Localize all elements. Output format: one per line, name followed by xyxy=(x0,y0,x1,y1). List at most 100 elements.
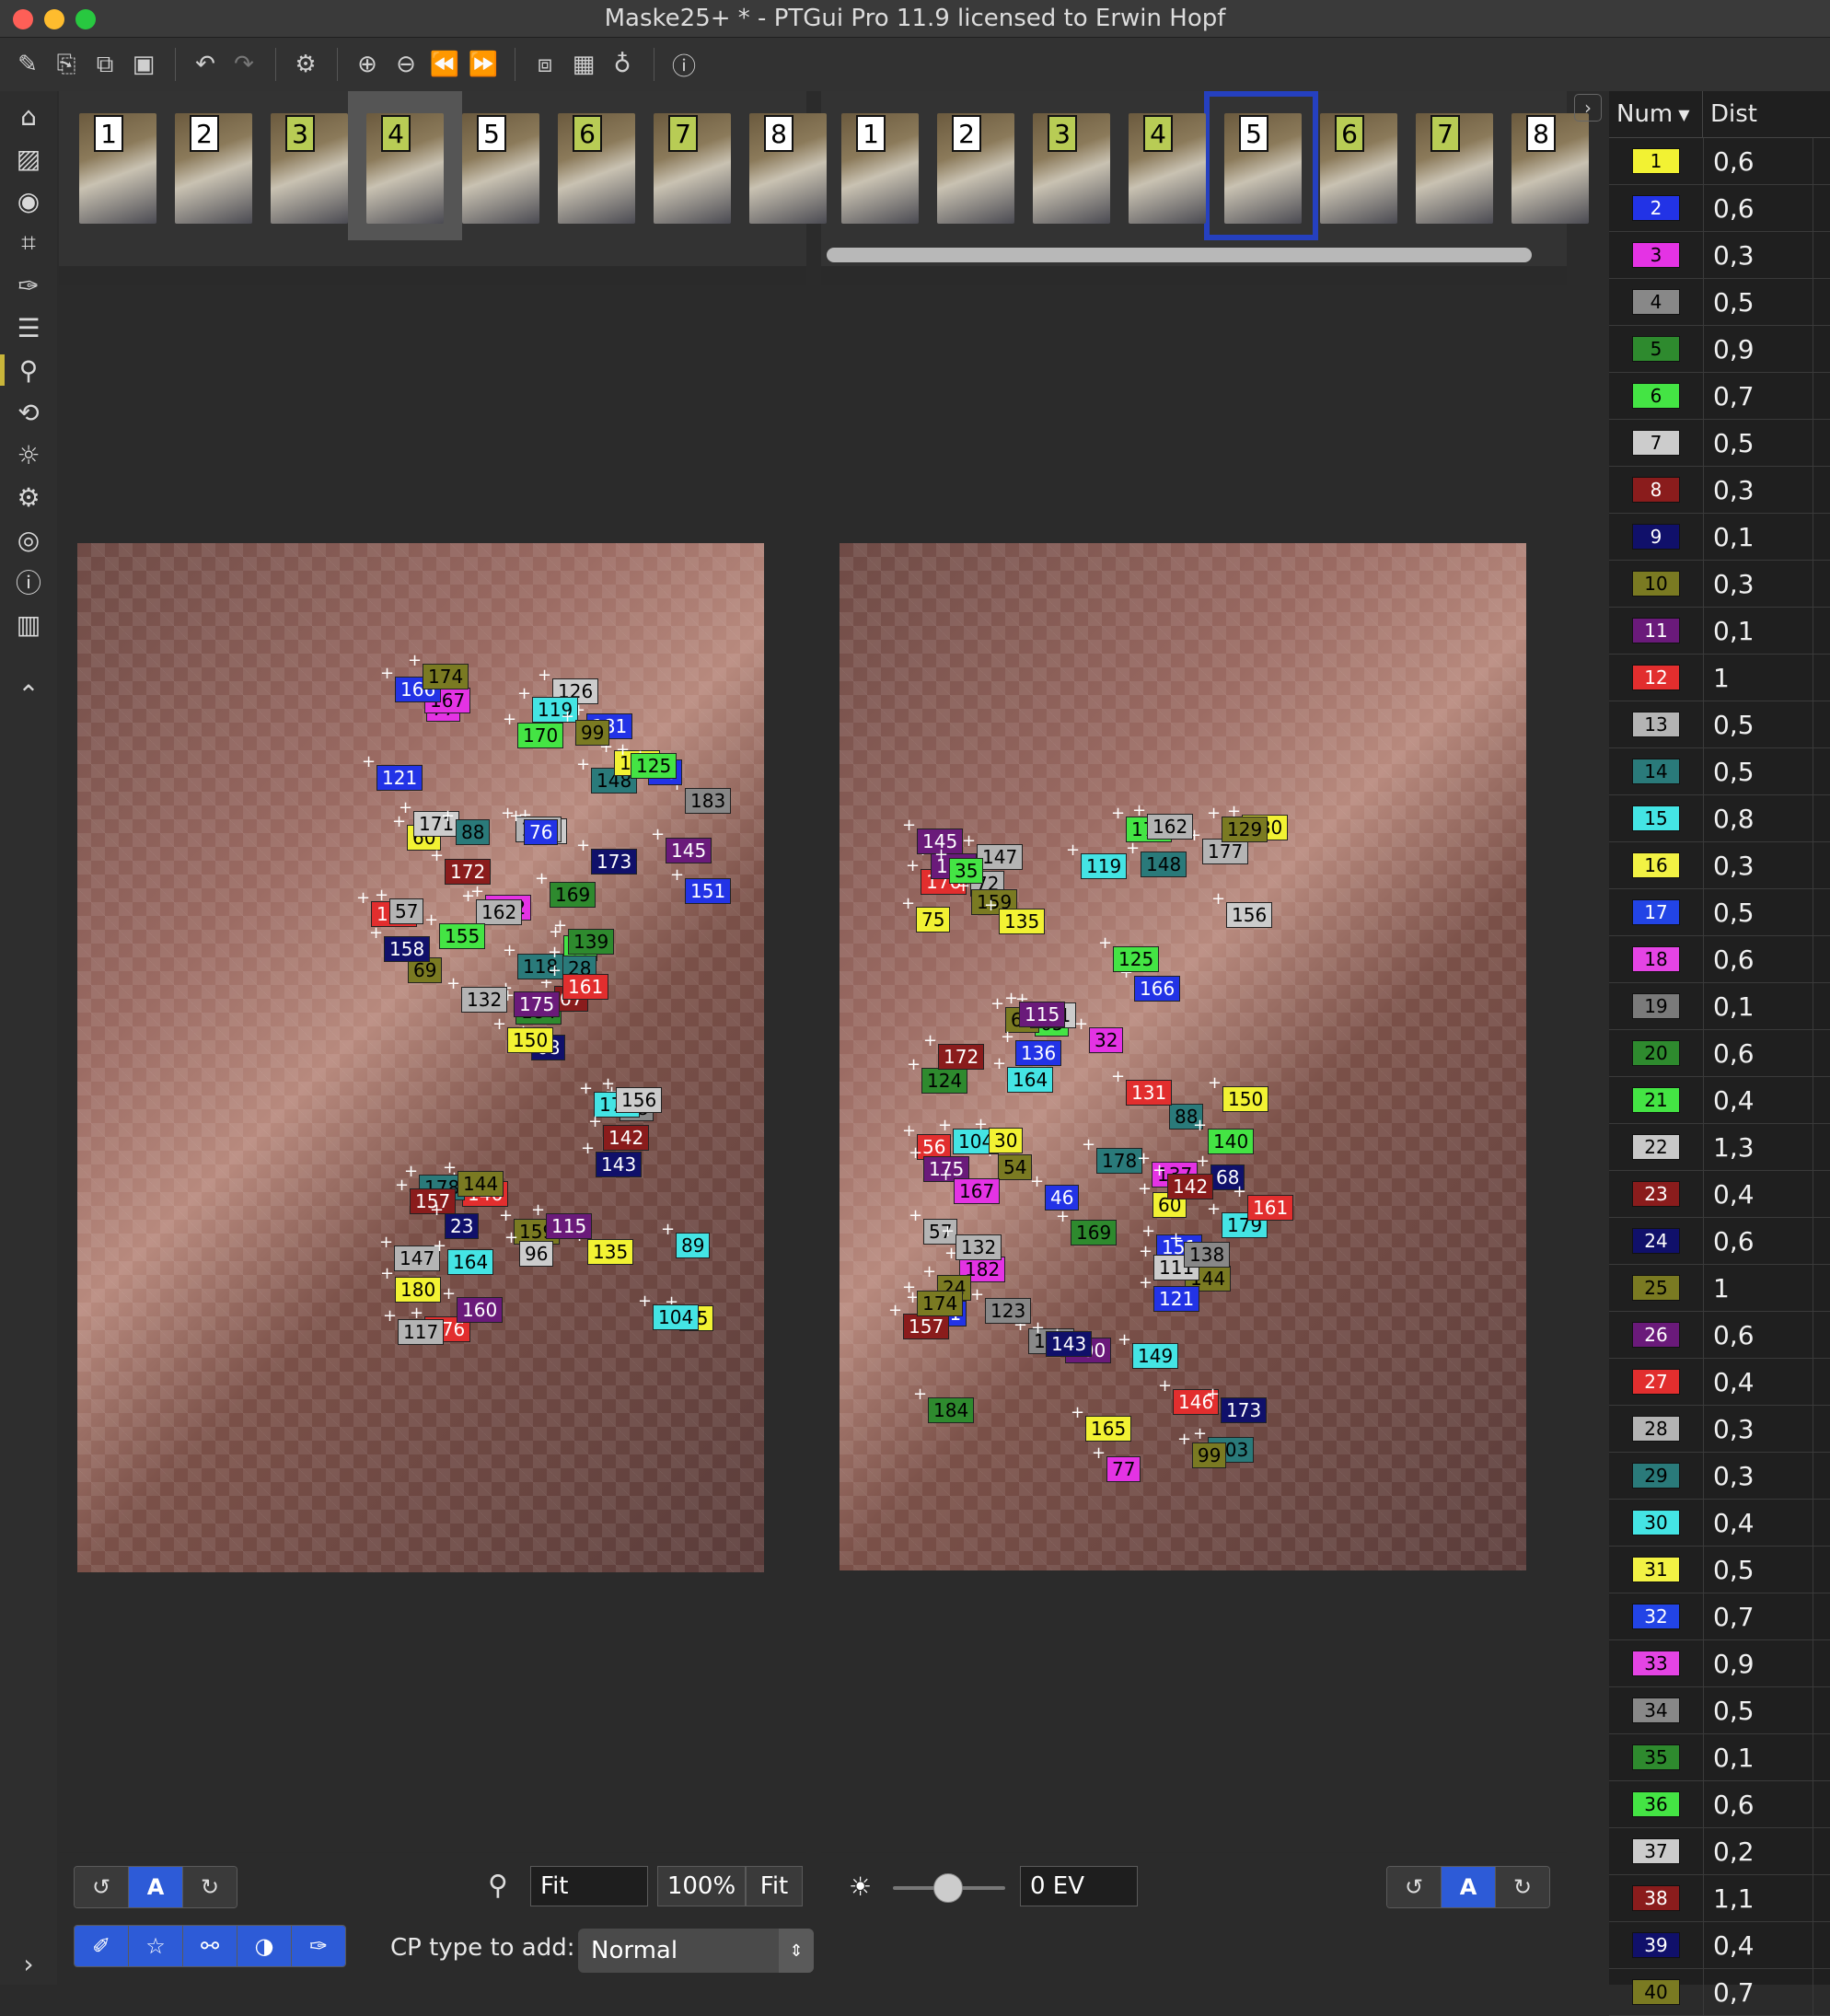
table-row[interactable]: 30 0,4 xyxy=(1609,1500,1830,1547)
control-point-label[interactable]: 166 xyxy=(1134,976,1181,1002)
table-row[interactable]: 39 0,4 xyxy=(1609,1922,1830,1969)
link-icon[interactable]: ⚯ xyxy=(183,1926,237,1966)
new-project-icon[interactable]: ✎ xyxy=(9,46,46,83)
control-point-marker[interactable]: + xyxy=(1098,935,1112,952)
control-point-label[interactable]: 99 xyxy=(575,720,610,746)
control-point-marker[interactable]: + xyxy=(548,963,562,979)
zoom-out-icon[interactable]: ⊖ xyxy=(388,46,424,83)
control-point-marker[interactable]: + xyxy=(938,1118,952,1134)
control-point-label[interactable]: 151 xyxy=(685,878,732,904)
control-point-marker[interactable]: + xyxy=(1177,1431,1191,1448)
control-point-label[interactable]: 104 xyxy=(653,1304,700,1330)
exposure-icon[interactable]: ☼ xyxy=(0,434,57,476)
control-point-marker[interactable]: + xyxy=(430,1202,444,1219)
map-icon[interactable]: ▥ xyxy=(0,603,57,645)
control-point-marker[interactable]: + xyxy=(1193,1118,1207,1134)
table-row[interactable]: 27 0,4 xyxy=(1609,1359,1830,1406)
left-image-canvas[interactable] xyxy=(59,285,806,1852)
control-point-label[interactable]: 135 xyxy=(587,1239,634,1265)
control-point-marker[interactable]: + xyxy=(962,833,976,850)
dist-column-header[interactable]: Dist xyxy=(1703,91,1802,137)
control-point-label[interactable]: 162 xyxy=(1147,814,1194,840)
table-row[interactable]: 12 1 xyxy=(1609,655,1830,701)
table-row[interactable]: 34 0,5 xyxy=(1609,1687,1830,1734)
thumbnail-1[interactable]: 1 xyxy=(79,113,156,224)
control-point-label[interactable]: 169 xyxy=(550,882,596,908)
settings-icon[interactable]: ⚙ xyxy=(287,46,324,83)
help-icon[interactable]: ⓘ xyxy=(666,46,702,83)
control-point-label[interactable]: 164 xyxy=(1007,1067,1054,1093)
control-point-label[interactable]: 161 xyxy=(562,974,609,1000)
control-point-marker[interactable]: + xyxy=(1071,1405,1084,1421)
control-point-marker[interactable]: + xyxy=(561,709,574,725)
control-point-label[interactable]: 172 xyxy=(445,859,492,885)
control-point-label[interactable]: 138 xyxy=(1184,1242,1231,1268)
control-point-marker[interactable]: + xyxy=(380,666,394,682)
table-row[interactable]: 7 0,5 xyxy=(1609,420,1830,467)
control-point-label[interactable]: 57 xyxy=(389,898,424,924)
control-point-label[interactable]: 135 xyxy=(999,909,1046,934)
images-icon[interactable]: ▨ xyxy=(0,137,57,180)
control-point-marker[interactable]: + xyxy=(1132,803,1146,819)
table-row[interactable]: 31 0,5 xyxy=(1609,1547,1830,1593)
control-point-label[interactable]: 155 xyxy=(439,923,486,949)
control-point-marker[interactable]: + xyxy=(1111,1069,1125,1085)
thumbnail-1[interactable]: 1 xyxy=(841,113,919,224)
control-point-marker[interactable]: + xyxy=(588,1114,602,1130)
control-point-label[interactable]: 125 xyxy=(631,753,678,779)
control-point-label[interactable]: 35 xyxy=(949,858,984,884)
control-point-marker[interactable]: + xyxy=(375,887,388,904)
control-point-label[interactable]: 142 xyxy=(1167,1174,1214,1199)
control-point-label[interactable]: 99 xyxy=(1192,1442,1227,1468)
control-point-marker[interactable]: + xyxy=(430,848,444,864)
table-row[interactable]: 40 0,7 xyxy=(1609,1969,1830,2016)
control-point-marker[interactable]: + xyxy=(1141,1223,1155,1240)
control-point-label[interactable]: 75 xyxy=(916,907,951,933)
control-point-label[interactable]: 121 xyxy=(1153,1286,1200,1312)
table-row[interactable]: 5 0,9 xyxy=(1609,326,1830,373)
control-point-marker[interactable]: + xyxy=(902,1280,916,1296)
control-point-label[interactable]: 131 xyxy=(1126,1080,1173,1106)
control-point-marker[interactable]: + xyxy=(499,1208,513,1224)
panorama-editor-icon[interactable]: ⧈ xyxy=(527,46,563,83)
control-point-marker[interactable]: + xyxy=(576,838,590,854)
control-point-marker[interactable]: + xyxy=(538,667,551,684)
cp-type-select[interactable]: Normal ⇕ xyxy=(578,1929,814,1973)
control-point-label[interactable]: 174 xyxy=(917,1291,964,1316)
control-point-marker[interactable]: + xyxy=(1207,805,1221,822)
control-point-label[interactable]: 119 xyxy=(1081,853,1128,879)
control-point-label[interactable]: 161 xyxy=(1247,1195,1294,1221)
control-points-icon[interactable]: ⚲ xyxy=(0,349,57,391)
table-row[interactable]: 38 1,1 xyxy=(1609,1875,1830,1922)
num-column-header[interactable]: Num ▼ xyxy=(1609,91,1703,137)
control-point-marker[interactable]: + xyxy=(553,918,567,934)
control-point-label[interactable]: 172 xyxy=(938,1044,985,1070)
control-point-marker[interactable]: + xyxy=(1211,891,1225,908)
control-point-label[interactable]: 180 xyxy=(395,1277,442,1303)
thumbnail-3[interactable]: 3 xyxy=(271,113,348,224)
minimize-window-button[interactable] xyxy=(44,9,64,29)
control-point-marker[interactable]: + xyxy=(1139,1275,1152,1292)
control-point-marker[interactable]: + xyxy=(1126,840,1140,857)
next-icon[interactable]: ⏩ xyxy=(465,46,502,83)
table-row[interactable]: 16 0,3 xyxy=(1609,842,1830,889)
redo-icon[interactable]: ↷ xyxy=(226,46,262,83)
thumbnail-5[interactable]: 5 xyxy=(462,113,539,224)
control-point-marker[interactable]: + xyxy=(651,827,665,843)
table-row[interactable]: 21 0,4 xyxy=(1609,1077,1830,1124)
collapse-icon[interactable]: ⌃ xyxy=(0,673,57,715)
control-point-marker[interactable]: + xyxy=(906,858,920,875)
control-point-marker[interactable]: + xyxy=(923,1033,937,1049)
control-point-marker[interactable]: + xyxy=(601,1076,615,1093)
control-point-label[interactable]: 96 xyxy=(519,1241,554,1267)
control-point-label[interactable]: 143 xyxy=(1046,1331,1093,1357)
control-point-label[interactable]: 46 xyxy=(1045,1185,1080,1211)
control-point-label[interactable]: 177 xyxy=(1202,839,1249,864)
control-point-marker[interactable]: + xyxy=(503,943,516,959)
control-point-label[interactable]: 150 xyxy=(1222,1086,1269,1112)
control-point-marker[interactable]: + xyxy=(383,1308,397,1325)
exposure-slider-handle[interactable] xyxy=(933,1873,963,1903)
control-point-marker[interactable]: + xyxy=(1092,1445,1106,1462)
camera-icon[interactable]: ◉ xyxy=(0,180,57,222)
control-point-marker[interactable]: + xyxy=(1137,1151,1151,1167)
